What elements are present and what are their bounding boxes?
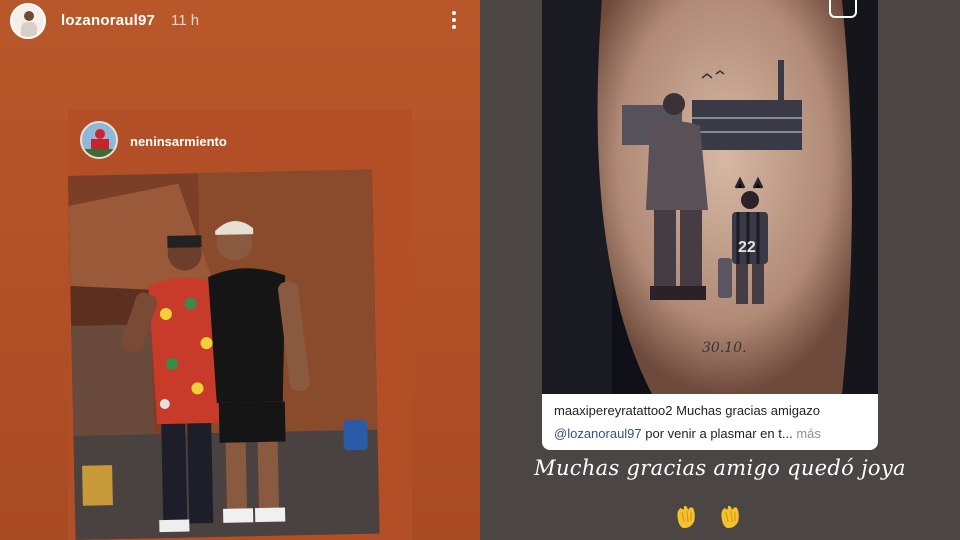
story-panel-right[interactable]: 22 30.10. maaxipereyratattoo2 Muchas gra… [480, 0, 960, 540]
tattoo-date: 30.10. [702, 340, 747, 356]
clapping-hands-icon [721, 505, 739, 529]
comment-line-1: maaxipereyratattoo2 Muchas gracias amiga… [554, 403, 820, 418]
bookmark-icon[interactable] [829, 0, 857, 18]
comment-mention[interactable]: @lozanoraul97 [554, 426, 642, 441]
avatar[interactable] [10, 3, 46, 39]
reposted-story-card[interactable]: neninsarmiento [68, 110, 412, 540]
story-header: lozanoraul97 11 h [0, 0, 480, 44]
repost-header: neninsarmiento [68, 110, 412, 170]
emoji-row [670, 502, 770, 532]
clapping-hands-icon [677, 505, 695, 529]
tattoo-jersey-number: 22 [738, 239, 756, 256]
comment-more-link[interactable]: más [796, 426, 821, 441]
comment-line-2: @lozanoraul97 por venir a plasmar en t..… [554, 426, 821, 441]
story-panel-left[interactable]: lozanoraul97 11 h neninsarmiento [0, 0, 480, 540]
reposted-photo [68, 169, 380, 540]
comment-sticker[interactable]: maaxipereyratattoo2 Muchas gracias amiga… [542, 394, 878, 450]
tattoo-photo: 22 30.10. [542, 0, 878, 394]
repost-username[interactable]: neninsarmiento [130, 134, 227, 149]
more-vertical-icon[interactable] [449, 9, 459, 31]
story-timestamp: 11 h [171, 12, 200, 29]
story-username[interactable]: lozanoraul97 [61, 12, 155, 29]
comment-text-2: por venir a plasmar en t... [645, 426, 793, 441]
story-caption: Muchas gracias amigo quedó joya [534, 456, 906, 480]
comment-text-1: Muchas gracias amigazo [676, 403, 820, 418]
repost-avatar[interactable] [80, 121, 118, 159]
comment-author[interactable]: maaxipereyratattoo2 [554, 403, 673, 418]
